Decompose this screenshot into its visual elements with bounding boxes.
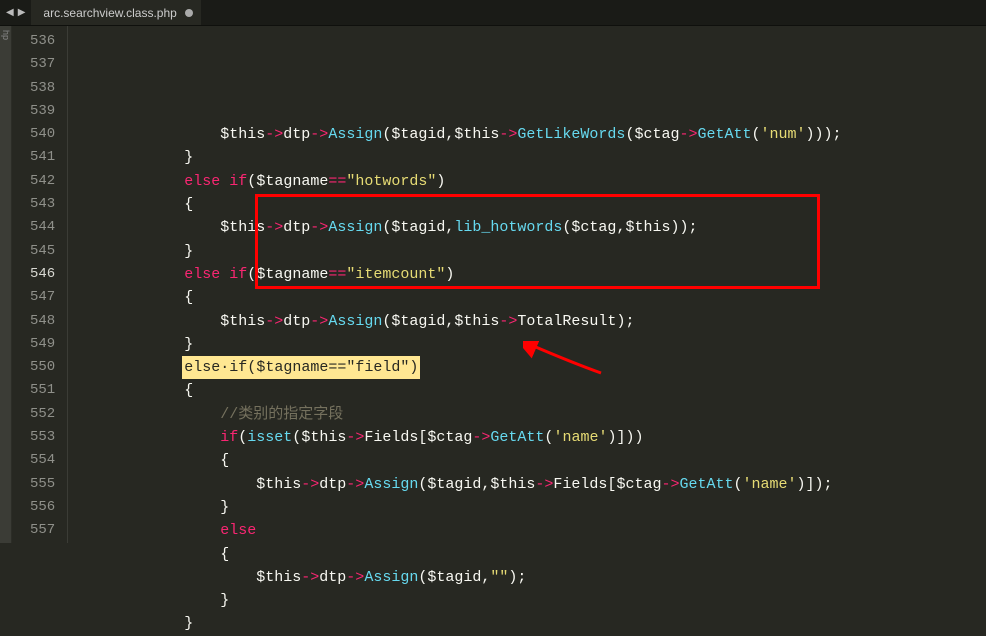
line-number: 536	[30, 30, 55, 53]
code-line[interactable]: }	[76, 333, 986, 356]
line-number: 547	[30, 286, 55, 309]
line-number: 538	[30, 77, 55, 100]
line-number: 537	[30, 53, 55, 76]
line-number: 546	[30, 263, 55, 286]
dirty-indicator-icon	[185, 9, 193, 17]
line-number: 556	[30, 496, 55, 519]
code-line[interactable]: }	[76, 612, 986, 635]
code-line[interactable]: else if($tagname=="itemcount")	[76, 263, 986, 286]
tab-nav-arrows: ◀ ▶	[0, 0, 31, 25]
line-number: 544	[30, 216, 55, 239]
line-number: 550	[30, 356, 55, 379]
code-line[interactable]: }	[76, 589, 986, 612]
line-number: 554	[30, 449, 55, 472]
code-line[interactable]: {	[76, 379, 986, 402]
line-number: 545	[30, 240, 55, 263]
code-line[interactable]: else·if($tagname=="field")	[76, 356, 986, 379]
line-number: 542	[30, 170, 55, 193]
collapsed-sidebar-label: hp	[1, 30, 11, 40]
code-line[interactable]: else	[76, 519, 986, 542]
line-number: 548	[30, 310, 55, 333]
code-area[interactable]: $this->dtp->Assign($tagid,$this->GetLike…	[68, 26, 986, 543]
code-line[interactable]: }	[76, 496, 986, 519]
code-line[interactable]: $this->dtp->Assign($tagid,$this->Fields[…	[76, 473, 986, 496]
code-line[interactable]: }	[76, 240, 986, 263]
nav-prev-icon[interactable]: ◀	[6, 7, 14, 19]
code-editor[interactable]: 5365375385395405415425435445455465475485…	[12, 26, 986, 543]
code-line[interactable]: {	[76, 193, 986, 216]
code-line[interactable]: $this->dtp->Assign($tagid,"");	[76, 566, 986, 589]
file-tab[interactable]: arc.searchview.class.php	[31, 0, 201, 25]
code-line[interactable]: {	[76, 286, 986, 309]
code-line[interactable]: else if($tagname=="hotwords")	[76, 170, 986, 193]
line-number: 539	[30, 100, 55, 123]
line-number: 549	[30, 333, 55, 356]
code-line[interactable]: {	[76, 543, 986, 566]
line-number: 553	[30, 426, 55, 449]
line-number-gutter: 5365375385395405415425435445455465475485…	[12, 26, 68, 543]
search-highlight: else·if($tagname=="field")	[182, 356, 420, 379]
line-number: 543	[30, 193, 55, 216]
file-tab-label: arc.searchview.class.php	[43, 6, 176, 20]
code-line[interactable]: {	[76, 449, 986, 472]
code-line[interactable]: $this->dtp->Assign($tagid,$this->GetLike…	[76, 123, 986, 146]
line-number: 551	[30, 379, 55, 402]
nav-next-icon[interactable]: ▶	[18, 7, 26, 19]
code-line[interactable]: $this->dtp->Assign($tagid,lib_hotwords($…	[76, 216, 986, 239]
line-number: 541	[30, 146, 55, 169]
code-line[interactable]: //类别的指定字段	[76, 403, 986, 426]
line-number: 557	[30, 519, 55, 542]
tab-bar: ◀ ▶ arc.searchview.class.php	[0, 0, 986, 26]
line-number: 555	[30, 473, 55, 496]
code-line[interactable]: }	[76, 146, 986, 169]
line-number: 540	[30, 123, 55, 146]
code-line[interactable]: if(isset($this->Fields[$ctag->GetAtt('na…	[76, 426, 986, 449]
line-number: 552	[30, 403, 55, 426]
collapsed-sidebar-tab[interactable]: hp	[0, 26, 12, 543]
code-line[interactable]: $this->dtp->Assign($tagid,$this->TotalRe…	[76, 310, 986, 333]
